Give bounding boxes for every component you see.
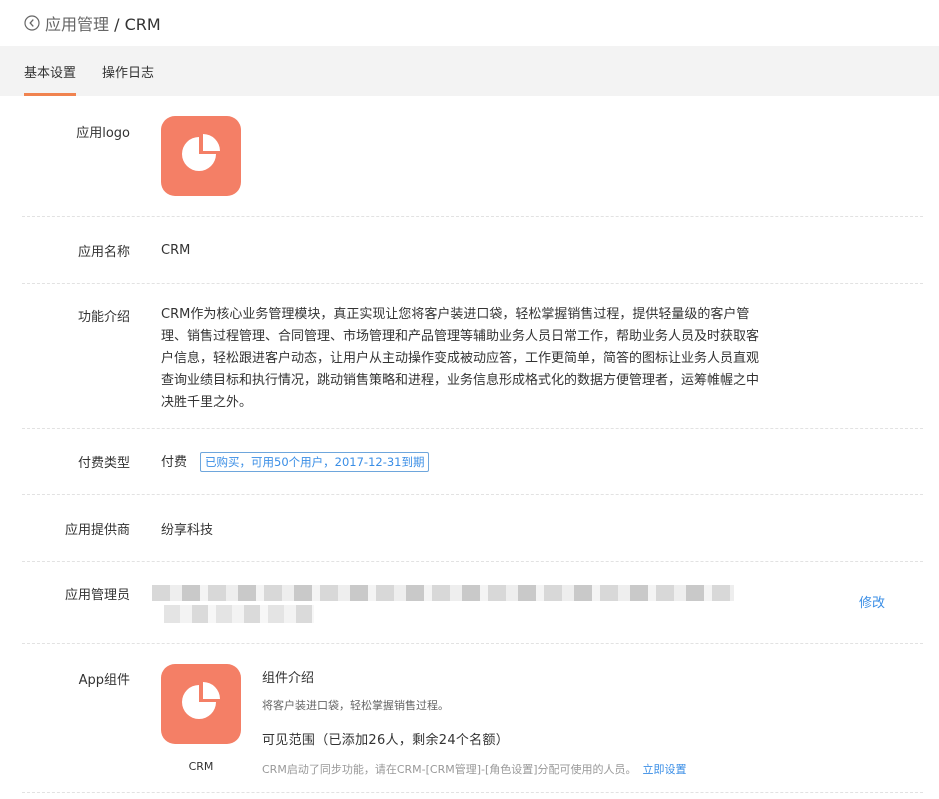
widget-caption: CRM [188, 760, 214, 773]
row-app-admins: 应用管理员 修改 [22, 562, 923, 644]
pay-type-value: 付费 [161, 455, 188, 470]
app-logo [161, 116, 241, 196]
breadcrumb: 应用管理 / CRM [45, 11, 161, 35]
row-app-name: 应用名称 CRM [22, 217, 923, 284]
breadcrumb-parent[interactable]: 应用管理 [45, 15, 109, 34]
field-label: 应用logo [76, 126, 130, 141]
settings-form: 应用logo 应用名称 CRM 功能介绍 CRM作为核心业务管理模块，真正实现让… [0, 96, 939, 793]
back-circle-icon[interactable] [24, 15, 40, 31]
admin-list-redacted [152, 582, 752, 624]
redacted-line [164, 605, 314, 623]
page-header: 应用管理 / CRM [0, 0, 939, 46]
widget-logo [161, 664, 241, 744]
row-app-logo: 应用logo [22, 96, 923, 217]
field-label: App组件 [78, 673, 130, 688]
widget-preview: CRM [161, 644, 241, 792]
sync-note: CRM启动了同步功能，请在CRM-[CRM管理]-[角色设置]分配可使用的人员。… [262, 761, 687, 777]
row-pay-type: 付费类型 付费 已购买，可用50个用户，2017-12-31到期 [22, 429, 923, 495]
pay-type-wrap: 付费 已购买，可用50个用户，2017-12-31到期 [161, 451, 430, 472]
visible-scope: 可见范围（已添加26人，剩余24个名额） [262, 733, 510, 748]
tab-basic-settings[interactable]: 基本设置 [24, 46, 77, 96]
field-label: 付费类型 [77, 456, 130, 471]
app-description-text: CRM作为核心业务管理模块，真正实现让您将客户装进口袋，轻松掌握销售过程，提供轻… [161, 307, 760, 410]
row-app-widget: App组件 CRM 组件介绍 将客户装进口袋，轻松掌握销售过程。 可见范围（已添… [22, 644, 923, 793]
redacted-line [152, 585, 734, 601]
widget-description: 将客户装进口袋，轻松掌握销售过程。 [262, 699, 449, 712]
breadcrumb-separator: / [109, 15, 125, 34]
pie-chart-icon [179, 132, 223, 180]
widget-info: 组件介绍 将客户装进口袋，轻松掌握销售过程。 可见范围（已添加26人，剩余24个… [262, 644, 687, 792]
status-badge: 已购买，可用50个用户，2017-12-31到期 [200, 452, 430, 472]
field-label: 应用管理员 [64, 588, 130, 603]
widget-title: 组件介绍 [262, 671, 315, 686]
vendor-value: 纷享科技 [161, 522, 214, 538]
row-app-description: 功能介绍 CRM作为核心业务管理模块，真正实现让您将客户装进口袋，轻松掌握销售过… [22, 284, 923, 429]
row-vendor: 应用提供商 纷享科技 [22, 495, 923, 562]
pie-chart-icon [179, 680, 223, 728]
field-label: 功能介绍 [77, 310, 130, 325]
tab-operation-log[interactable]: 操作日志 [102, 46, 154, 96]
app-logo-wrap [161, 96, 241, 216]
sync-note-text: CRM启动了同步功能，请在CRM-[CRM管理]-[角色设置]分配可使用的人员。 [262, 763, 637, 776]
page-title: CRM [124, 15, 161, 34]
setup-now-link[interactable]: 立即设置 [643, 763, 687, 776]
field-label: 应用提供商 [64, 522, 130, 538]
edit-admins-link[interactable]: 修改 [859, 592, 885, 611]
field-label: 应用名称 [77, 244, 130, 260]
app-name-value: CRM [161, 242, 191, 258]
tab-bar: 基本设置 操作日志 [0, 46, 939, 96]
